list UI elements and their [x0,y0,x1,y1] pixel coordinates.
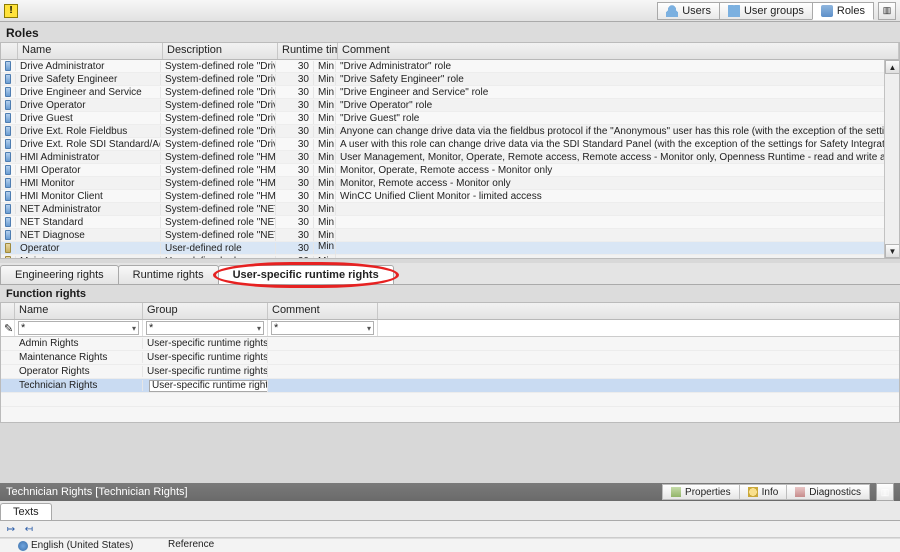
table-row[interactable]: Drive AdministratorSystem-defined role "… [1,60,899,73]
texts-tabs: Texts [0,501,900,521]
list-item[interactable]: Technician RightsUser-specific runtime r… [1,379,899,393]
table-row[interactable]: HMI AdministratorSystem-defined role "HM… [1,151,899,164]
table-row[interactable]: MaintenanceUser-defined role30Min [1,255,899,258]
tab-runtime-rights[interactable]: Runtime rights [118,265,219,284]
scroll-up-button[interactable]: ▲ [885,60,899,74]
roles-panel-title: Roles [0,22,900,42]
reference-label: Reference [164,539,218,552]
roles-icon [821,5,833,17]
table-row[interactable]: NET DiagnoseSystem-defined role "NET Dia… [1,229,899,242]
roles-grid-header: Name Description Runtime timeout Comment [1,43,899,60]
table-row[interactable]: Drive OperatorSystem-defined role "Drive… [1,99,899,112]
fr-filter-name[interactable]: * [15,320,143,336]
group-dropdown[interactable]: User-specific runtime rights [149,380,268,392]
table-row[interactable]: NET StandardSystem-defined role "NET Sta… [1,216,899,229]
table-row[interactable]: OperatorUser-defined role30Min▲▼ [1,242,899,255]
diagnostics-button[interactable]: Diagnostics [786,484,870,500]
tab-engineering-rights[interactable]: Engineering rights [0,265,119,284]
role-icon [5,139,11,149]
rights-tabs: Engineering rights Runtime rights User-s… [0,263,900,285]
col-runtime-timeout[interactable]: Runtime timeout [278,43,338,59]
col-description[interactable]: Description [163,43,278,59]
role-icon [5,191,11,201]
add-new-right-row[interactable] [1,393,899,407]
list-item[interactable]: Operator RightsUser-specific runtime rig… [1,365,899,379]
roles-tab-label: Roles [837,5,865,17]
detail-options-button[interactable]: ▥ [876,483,894,501]
users-tab-label: Users [682,5,711,17]
table-row[interactable]: Drive Ext. Role SDI Standard/AdvSystem-d… [1,138,899,151]
role-icon [5,230,11,240]
nav-prev-button[interactable]: ↤ [22,522,36,536]
role-icon [5,100,11,110]
detail-header: Technician Rights [Technician Rights] Pr… [0,483,900,501]
info-icon [748,487,758,497]
list-item[interactable]: Admin RightsUser-specific runtime rights [1,337,899,351]
table-row[interactable]: Drive Ext. Role FieldbusSystem-defined r… [1,125,899,138]
fr-filter-comment[interactable]: * [268,320,378,336]
roles-grid: Name Description Runtime timeout Comment… [0,42,900,259]
language-label: English (United States) [31,540,133,551]
fr-col-group[interactable]: Group [143,303,268,319]
user-icon [666,5,678,17]
tab-texts[interactable]: Texts [0,503,52,520]
role-icon [5,87,11,97]
function-rights-body: Admin RightsUser-specific runtime rights… [1,337,899,422]
table-row[interactable]: HMI Monitor ClientSystem-defined role "H… [1,190,899,203]
nav-first-button[interactable]: ↦ [4,522,18,536]
role-icon [5,113,11,123]
detail-title: Technician Rights [Technician Rights] [6,486,188,498]
role-icon [5,165,11,175]
col-comment[interactable]: Comment [338,43,899,59]
table-row[interactable]: Drive GuestSystem-defined role "Drive Gu… [1,112,899,125]
fr-col-name[interactable]: Name [15,303,143,319]
table-row[interactable]: HMI OperatorSystem-defined role "HMI Ope… [1,164,899,177]
function-rights-title: Function rights [0,285,900,302]
function-rights-header: Name Group Comment [1,303,899,320]
groups-icon [728,5,740,17]
table-row[interactable]: Drive Safety EngineerSystem-defined role… [1,73,899,86]
role-icon [5,178,11,188]
fr-col-comment[interactable]: Comment [268,303,378,319]
user-groups-tab-label: User groups [744,5,804,17]
roles-grid-body: Drive AdministratorSystem-defined role "… [1,60,899,258]
tab-user-specific-runtime-rights[interactable]: User-specific runtime rights [218,265,394,284]
properties-icon [671,487,681,497]
texts-toolstrip: ↦ ↤ [0,521,900,538]
warning-icon: ! [4,4,18,18]
role-icon [5,217,11,227]
table-row[interactable]: Drive Engineer and ServiceSystem-defined… [1,86,899,99]
fr-filter-group[interactable]: * [143,320,268,336]
scroll-down-button[interactable]: ▼ [885,244,899,258]
roles-vertical-scrollbar[interactable]: ▲ ▼ [884,60,899,258]
roles-tab[interactable]: Roles [812,2,874,20]
table-row[interactable]: HMI MonitorSystem-defined role "HMI Moni… [1,177,899,190]
info-button[interactable]: Info [739,484,788,500]
globe-icon [18,541,28,551]
role-icon [5,61,11,71]
table-row[interactable]: NET AdministratorSystem-defined role "NE… [1,203,899,216]
role-icon [5,256,11,258]
col-name[interactable]: Name [18,43,163,59]
list-item[interactable]: Maintenance RightsUser-specific runtime … [1,351,899,365]
users-tab[interactable]: Users [657,2,720,20]
top-toolbar: ! Users User groups Roles ▥ [0,0,900,22]
role-icon [5,243,11,253]
role-icon [5,204,11,214]
role-icon [5,152,11,162]
fr-filter-row: ✎ * * * [1,320,899,337]
diagnostics-icon [795,487,805,497]
user-groups-tab[interactable]: User groups [719,2,813,20]
function-rights-grid: Name Group Comment ✎ * * * Admin RightsU… [0,302,900,423]
role-icon [5,74,11,84]
role-icon [5,126,11,136]
panel-options-button[interactable]: ▥ [878,2,896,20]
properties-button[interactable]: Properties [662,484,740,500]
